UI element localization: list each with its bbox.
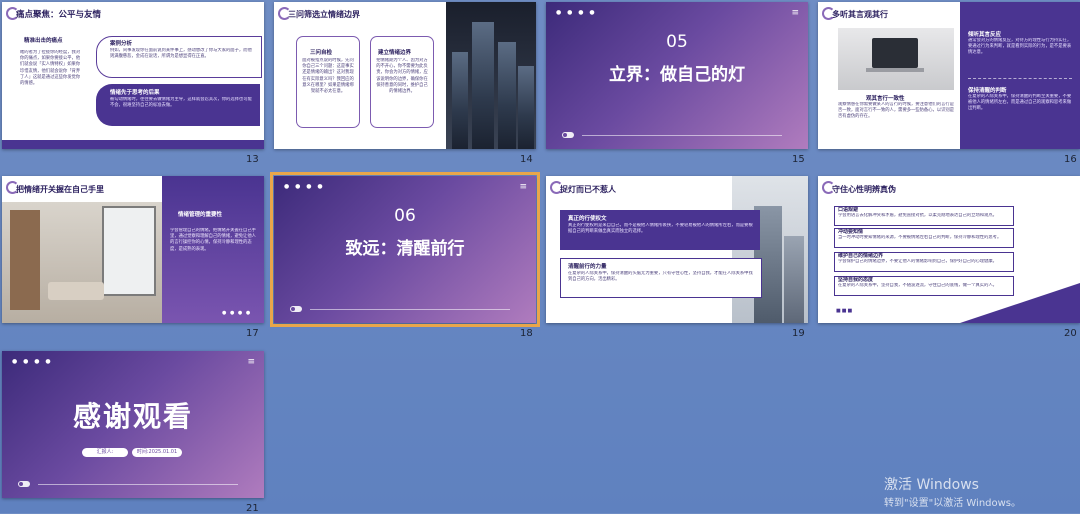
emotion-text: 被勾动情绪时，往往要去做情绪为主导，这样就会忍其次，你的选择也可能不会，很难坚持… — [110, 97, 252, 109]
menu-icon: ≡ — [247, 357, 255, 367]
slide-number: 14 — [520, 154, 533, 165]
item-title-1: 口语规避 — [838, 207, 859, 213]
slide-thumbnail-17[interactable]: 把情绪开关握在自己手里 情绪管理的重要性 学会管理自己的情绪，把情绪开关握在自己… — [2, 176, 264, 323]
slide-number: 21 — [246, 503, 259, 514]
laptop-base — [866, 68, 924, 72]
dots-decoration: ● ● ● ● — [556, 9, 597, 16]
laptop-photo — [838, 28, 954, 90]
laptop-screen — [872, 38, 918, 68]
consistency-text: 观察情感在你需要做某人的言行的时候，要注意他们的言行是否一致，面对言行不一致的人… — [838, 102, 955, 120]
item-text-1: 学会用语言去化解冲突和矛盾，避免直接对抗，以柔克刚地表达自己的立场和观点。 — [838, 213, 997, 218]
building-shape — [784, 236, 804, 323]
chapter-title: 立界：做自己的灯 — [609, 65, 745, 85]
listen-title: 倾听其言反应 — [968, 32, 1002, 38]
toggle-icon — [290, 306, 302, 312]
dots-decoration: ● ● ● ● — [222, 310, 252, 316]
slide-thumbnail-15[interactable]: ● ● ● ● ≡ 05 立界：做自己的灯 — [546, 2, 808, 149]
divider-line — [38, 484, 238, 485]
thanks-title: 感谢观看 — [72, 400, 193, 433]
case-text: 例如，同事发现你在面前说到某件事上，感动想改了你与大家的面子，而他则满腹慈悲，金… — [110, 48, 252, 60]
self-check-text: 面对被指点说的时候，先问你自己三个问题：这是事实还是情绪的输出？这对我现在有实际… — [302, 58, 354, 95]
item-text-4: 在复杂的人际关系中，坚持自我，不随波逐流，守住自己的底线，做一个真实的人。 — [838, 283, 997, 288]
dashed-divider — [968, 78, 1072, 79]
self-check-title: 三问自检 — [310, 50, 333, 56]
power-text: 真正的行使权利是来自自己，而不是被他人情绪所裹挟，不要轻易被他人的情绪所左右，而… — [568, 223, 753, 235]
slide-number: 18 — [520, 328, 533, 339]
case-title: 案例分析 — [110, 41, 133, 47]
wall-panel — [10, 210, 40, 310]
clarity-text: 在复杂的人际关系中，保持清醒的头脑尤为重要，只有守住心性，坚持自我，才能在人际关… — [568, 271, 753, 283]
activation-watermark-subtitle: 转到"设置"以激活 Windows。 — [884, 498, 1022, 509]
item-title-4: 坚持自我的态度 — [838, 277, 874, 283]
window — [102, 206, 156, 296]
chapter-number: 05 — [666, 32, 688, 52]
emotion-mgmt-title: 情绪管理的重要性 — [178, 212, 223, 218]
slide-thumbnail-16[interactable]: 多听其言观其行 观其言行一致性 观察情感在你需要做某人的言行的时候，要注意他们的… — [818, 2, 1080, 149]
slide-title: 多听其言观其行 — [832, 10, 888, 19]
slide-number: 13 — [246, 154, 259, 165]
slide-title: 捉灯而已不惹人 — [560, 185, 616, 194]
slide-thumbnail-13[interactable]: 痛点聚焦：公平与友情 精准出击的痛点 瞎的者为了拉拢你的经度，我对你的痛点，如果… — [2, 2, 264, 149]
activation-watermark-title: 激活 Windows — [884, 477, 979, 493]
slide-number: 17 — [246, 328, 259, 339]
toggle-icon — [562, 132, 574, 138]
toggle-icon — [18, 481, 30, 487]
dots-decoration: ● ● ● ● — [12, 358, 53, 365]
item-title-3: 维护自己的情绪边界 — [838, 253, 884, 259]
emotion-mgmt-text: 学会管理自己的情绪，把情绪开关握在自己手里，通过觉察和理解自己的情绪，避免让他人… — [170, 228, 256, 252]
building-shape — [518, 66, 534, 149]
building-shape — [472, 22, 494, 149]
interior-photo — [2, 202, 162, 323]
slide-number: 16 — [1064, 154, 1077, 165]
boundary-title: 建立情绪边界 — [378, 50, 412, 56]
sofa — [48, 282, 104, 300]
item-text-3: 学会保护自己的情绪边界，不要让他人的情绪影响到自己，保护好自己的心理健康。 — [838, 259, 997, 264]
left-subtitle: 精准出击的痛点 — [24, 38, 63, 44]
divider-line — [310, 309, 510, 310]
city-photo — [446, 2, 536, 149]
slide-number: 19 — [792, 328, 805, 339]
dots-decoration: ■■■ — [836, 308, 854, 314]
slide-thumbnail-21[interactable]: ● ● ● ● ≡ 感谢观看 汇报人: 时间:2025.01.01 — [2, 351, 264, 498]
slide-thumbnail-20[interactable]: 守住心性明辨真伪 口语规避 学会用语言去化解冲突和矛盾，避免直接对抗，以柔克刚地… — [818, 176, 1080, 323]
bottom-bar — [2, 140, 264, 149]
dots-decoration: ● ● ● ● — [284, 183, 325, 190]
emotion-title: 情绪先于思考的后果 — [110, 90, 160, 96]
slide-number: 20 — [1064, 328, 1077, 339]
slide-number: 15 — [792, 154, 805, 165]
slide-title: 三问筛选立情绪边界 — [288, 10, 360, 19]
slide-thumbnail-18[interactable]: ● ● ● ● ≡ 06 致远：清醒前行 — [270, 172, 540, 327]
judgment-text: 在复杂的人际关系中，保持清醒的判断至关重要，不要被他人的情绪所左右，而是通过自己… — [968, 94, 1072, 112]
building-shape — [498, 42, 516, 149]
building-shape — [452, 52, 468, 149]
reporter-pill: 汇报人: — [82, 448, 128, 457]
chapter-number: 06 — [394, 206, 416, 226]
menu-icon: ≡ — [791, 8, 799, 18]
left-text: 瞎的者为了拉拢你的经度，我对你的痛点，如果你要接公平，他们就会说「实人情特权」如… — [20, 50, 81, 87]
clarity-title: 清醒前行的力量 — [568, 264, 607, 270]
judgment-title: 保持清醒的判断 — [968, 88, 1007, 94]
item-title-2: 冲动要知情 — [838, 229, 864, 235]
item-text-2: 当一时冲动时要知情绪的来源，不要被情绪左右自己的判断，保持冷静和理性的思考。 — [838, 235, 1002, 240]
chapter-title: 致远：清醒前行 — [345, 239, 465, 259]
slide-title: 守住心性明辨真伪 — [832, 185, 896, 194]
slide-thumbnail-19[interactable]: 捉灯而已不惹人 真正的行使权文 真正的行使权利是来自自己，而不是被他人情绪所裹挟… — [546, 176, 808, 323]
listen-text: 通常会对方的情绪反应，对待方的理性与行为持实在，要通过行为来判断，就是看到实际的… — [968, 38, 1072, 56]
slide-thumbnail-14[interactable]: 三问筛选立情绪边界 三问自检 面对被指点说的时候，先问你自己三个问题：这是事实还… — [274, 2, 536, 149]
consistency-title: 观其言行一致性 — [866, 96, 905, 102]
boundary-text: 把情绪期为个人、因为对方的不开心，你不需要为此负责，你会为对方的情绪，应该说明你… — [376, 58, 428, 95]
date-pill: 时间:2025.01.01 — [132, 448, 182, 457]
slide-title: 痛点聚焦：公平与友情 — [16, 10, 102, 20]
divider-line — [582, 135, 782, 136]
menu-icon: ≡ — [519, 182, 527, 192]
slide-title: 把情绪开关握在自己手里 — [16, 185, 104, 194]
power-title: 真正的行使权文 — [568, 216, 607, 222]
